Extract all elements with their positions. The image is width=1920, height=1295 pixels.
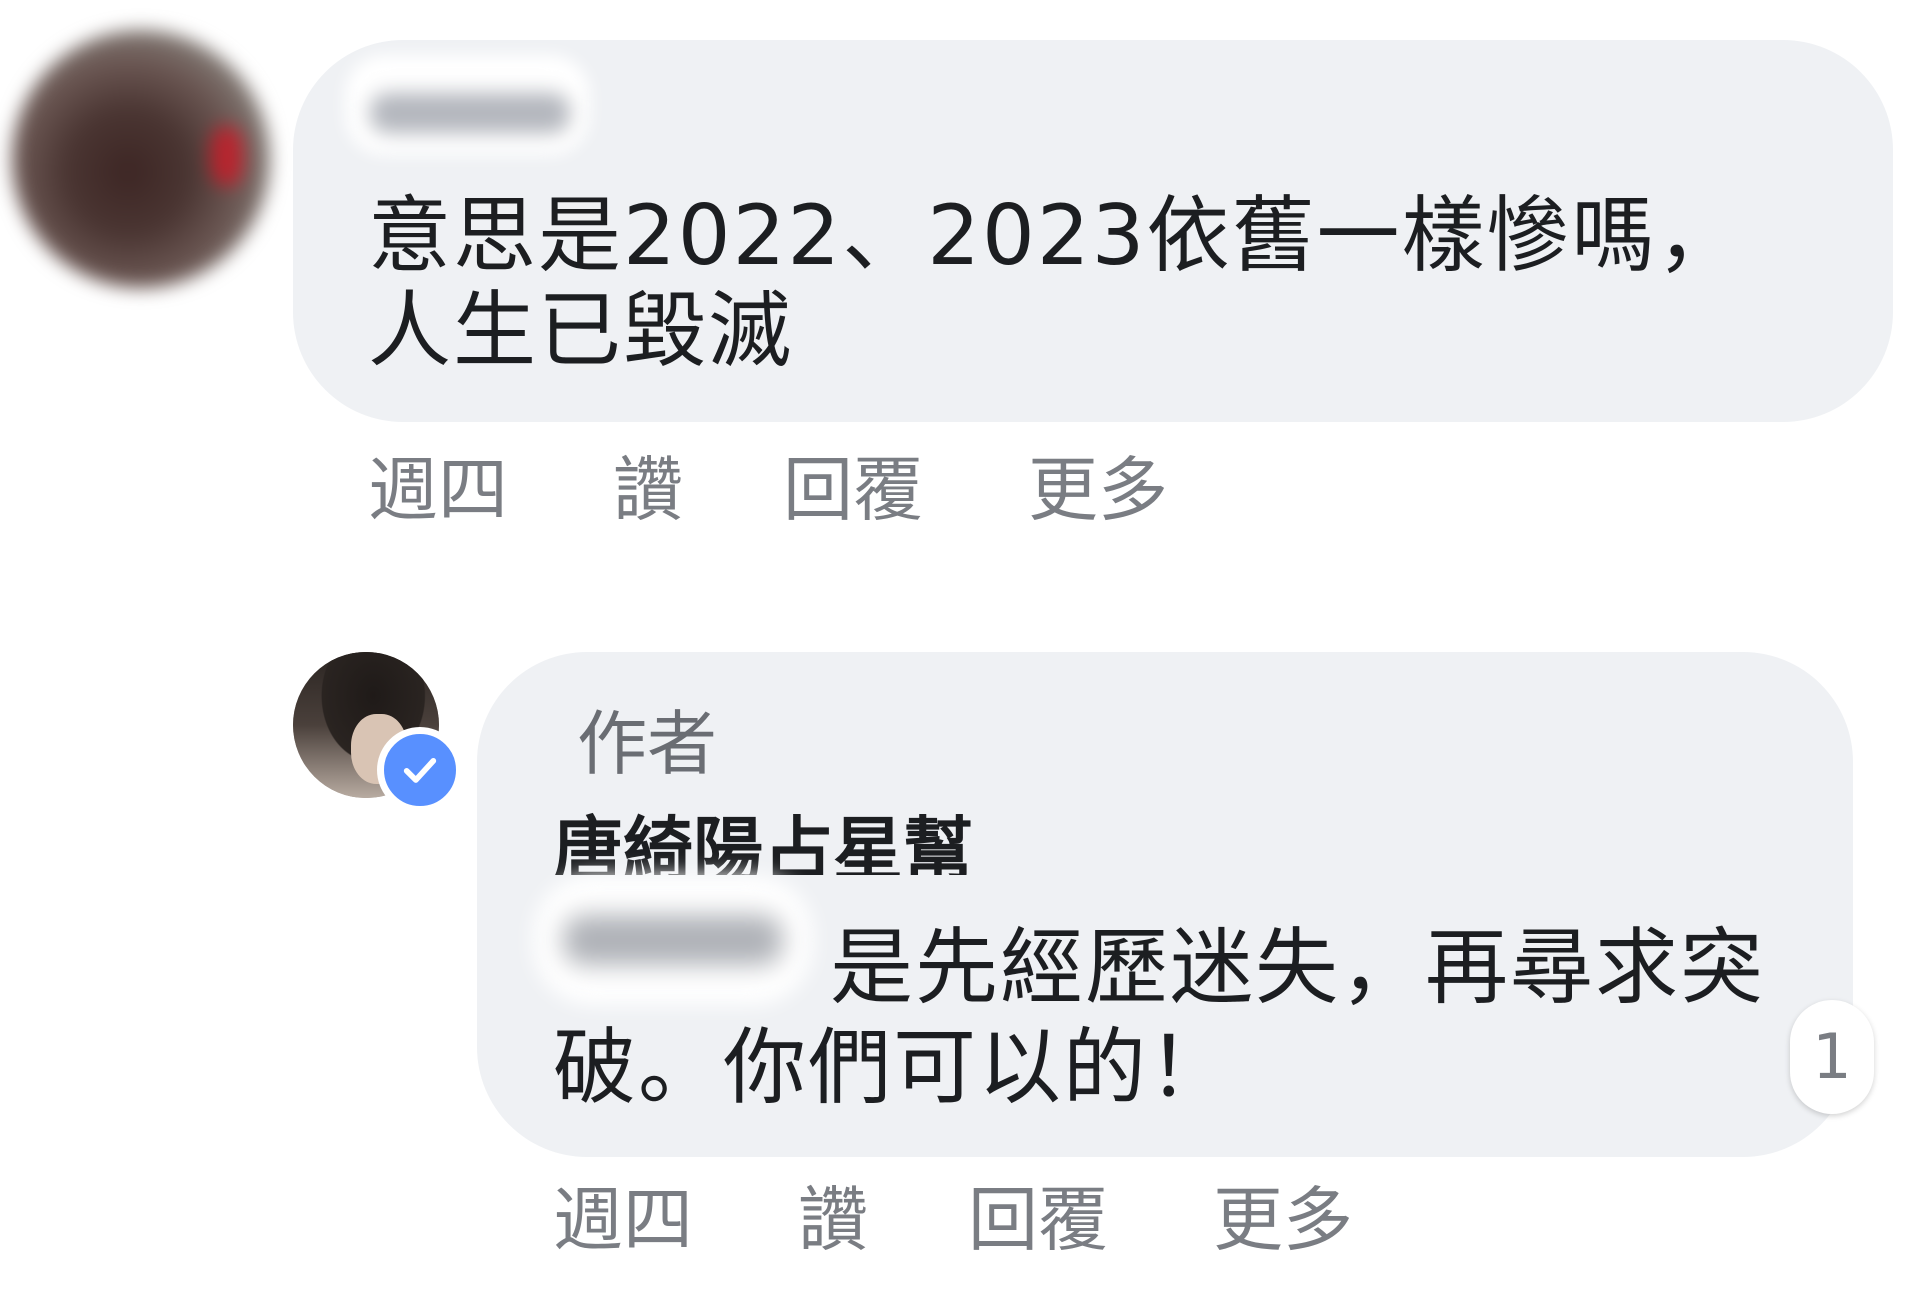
reply-link[interactable]: 回覆: [783, 450, 1028, 530]
comment-timestamp[interactable]: 週四: [368, 450, 613, 530]
reply-text: 是先經歷迷失，再尋求突破。你們可以的！: [553, 919, 1765, 1116]
more-link[interactable]: 更多: [1213, 1180, 1353, 1260]
reply-link[interactable]: 回覆: [968, 1180, 1213, 1260]
comment-text: 意思是2022、2023依舊一樣慘嗎，人生已毀滅: [368, 187, 1742, 379]
more-link[interactable]: 更多: [1028, 450, 1168, 530]
like-link[interactable]: 讚: [613, 450, 783, 530]
author-name-link[interactable]: 唐綺陽占星幫: [553, 810, 973, 875]
verified-check-icon: [377, 727, 463, 813]
commenter-avatar[interactable]: [12, 30, 270, 288]
reply-text-container: 是先經歷迷失，再尋求突破。你們可以的！: [553, 918, 1783, 1118]
author-badge: 作者: [577, 703, 717, 785]
comment-actions: 週四 讚 回覆 更多: [368, 450, 1168, 530]
commenter-name-blurred[interactable]: [345, 55, 590, 155]
like-link[interactable]: 讚: [798, 1180, 968, 1260]
reply-actions: 週四 讚 回覆 更多: [553, 1180, 1353, 1260]
reaction-count[interactable]: 1: [1790, 1000, 1874, 1114]
reply-timestamp[interactable]: 週四: [553, 1180, 798, 1260]
